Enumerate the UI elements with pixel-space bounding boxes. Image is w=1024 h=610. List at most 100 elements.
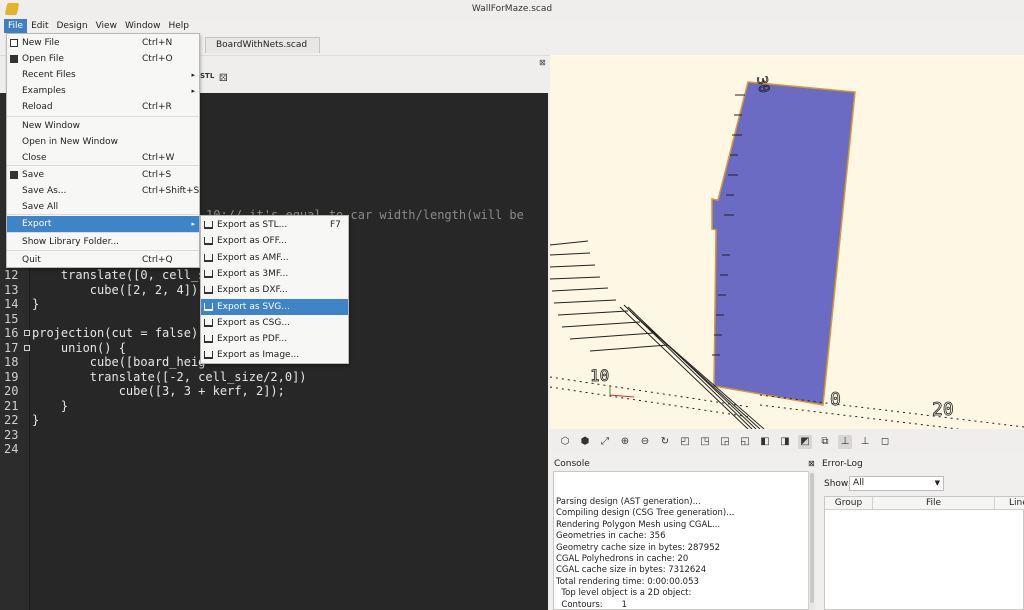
file-menu-item-show-library-folder[interactable]: Show Library Folder... bbox=[7, 234, 199, 250]
file-menu-item-save-as[interactable]: Save As... Ctrl+Shift+S bbox=[7, 183, 199, 199]
code-line: } bbox=[32, 398, 69, 413]
export-menu-item-export-as-off[interactable]: Export as OFF... bbox=[201, 233, 348, 249]
perspective-icon[interactable]: ◩ bbox=[798, 435, 812, 449]
export-format-icon bbox=[204, 221, 213, 229]
editor-close-icon[interactable]: ⊠ bbox=[539, 58, 546, 67]
export-menu-item-export-as-image[interactable]: Export as Image... bbox=[201, 347, 348, 363]
column-header-group[interactable]: Group bbox=[825, 497, 873, 510]
export-menu-item-export-as-csg[interactable]: Export as CSG... bbox=[201, 315, 348, 331]
menu-item-shortcut: Ctrl+O bbox=[142, 54, 173, 64]
3d-viewport[interactable]: 30 10 0 20 bbox=[550, 55, 1024, 429]
line-number: 22 bbox=[4, 413, 19, 427]
column-header-line[interactable]: Line bbox=[995, 497, 1024, 510]
open-folder-icon bbox=[10, 55, 18, 63]
export-menu-item-export-as-dxf[interactable]: Export as DXF... bbox=[201, 282, 348, 298]
menu-item-label: Reload bbox=[22, 102, 53, 112]
menu-file[interactable]: File bbox=[4, 19, 28, 33]
line-number: 23 bbox=[4, 427, 19, 442]
export-3mf-icon[interactable]: ⚄ bbox=[219, 73, 228, 84]
file-menu-item-export[interactable]: Export ▸ bbox=[7, 216, 199, 232]
view-all-icon[interactable]: ⤢ bbox=[598, 435, 612, 449]
export-menu-item-export-as-svg[interactable]: Export as SVG... bbox=[201, 298, 348, 315]
error-table: Group File Line bbox=[824, 496, 1024, 610]
file-menu-item-quit[interactable]: Quit Ctrl+Q bbox=[7, 252, 199, 268]
zoom-in-icon[interactable]: ⊕ bbox=[618, 435, 632, 449]
console-line: Total rendering time: 0:00:00.053 bbox=[556, 576, 699, 587]
code-line: } bbox=[32, 413, 40, 427]
export-format-icon bbox=[204, 335, 213, 344]
file-menu-item-save[interactable]: Save Ctrl+S bbox=[7, 167, 199, 183]
file-menu-dropdown: New File Ctrl+N Open File Ctrl+O Recent File… bbox=[6, 33, 200, 268]
menu-design[interactable]: Design bbox=[53, 19, 92, 33]
reset-view-icon[interactable]: ↻ bbox=[658, 435, 672, 449]
export-menu-item-export-as-pdf[interactable]: Export as PDF... bbox=[201, 331, 348, 347]
file-menu-item-new-window[interactable]: New Window bbox=[7, 118, 199, 134]
code-line: projection(cut = false) bbox=[32, 326, 199, 340]
menu-item-label: Open in New Window bbox=[22, 137, 118, 147]
axis-label-20: 20 bbox=[932, 399, 954, 420]
console-line: Contours: 1 bbox=[556, 599, 627, 610]
show-filter-label: Show bbox=[824, 479, 849, 489]
line-number: 17 bbox=[4, 340, 19, 355]
menu-item-label: Export as OFF... bbox=[217, 236, 287, 247]
code-line: union() { bbox=[32, 340, 126, 355]
export-format-icon bbox=[204, 351, 213, 360]
line-number: 20 bbox=[4, 384, 19, 398]
line-number: 16 bbox=[4, 326, 19, 340]
menu-item-label: Close bbox=[22, 153, 47, 163]
show-scale-markers-icon[interactable]: ⊥ bbox=[858, 435, 872, 449]
export-format-icon bbox=[204, 302, 213, 311]
export-format-icon bbox=[204, 286, 213, 295]
file-menu-item-open-in-new-window[interactable]: Open in New Window bbox=[7, 134, 199, 150]
export-format-icon bbox=[204, 318, 213, 327]
orthogonal-icon[interactable]: ⧉ bbox=[818, 435, 832, 449]
title-bar: WallForMaze.scad bbox=[0, 0, 1024, 19]
console-output[interactable]: Parsing design (AST generation)... Compil… bbox=[553, 471, 809, 610]
render-icon[interactable]: ⬢ bbox=[578, 435, 592, 449]
menu-window[interactable]: Window bbox=[121, 19, 165, 33]
file-menu-item-new-file[interactable]: New File Ctrl+N bbox=[7, 35, 199, 51]
code-line: } bbox=[32, 297, 40, 311]
view-back-icon[interactable]: ◨ bbox=[778, 435, 792, 449]
show-axes-icon[interactable]: ⊥ bbox=[838, 435, 852, 449]
show-edges-icon[interactable]: ◻ bbox=[878, 435, 892, 449]
console-scrollbar[interactable] bbox=[808, 471, 815, 610]
submenu-arrow-icon: ▸ bbox=[191, 220, 195, 228]
view-front-icon[interactable]: ◧ bbox=[758, 435, 772, 449]
file-menu-item-examples[interactable]: Examples ▸ bbox=[7, 83, 199, 99]
file-menu-item-reload[interactable]: Reload Ctrl+R bbox=[7, 99, 199, 115]
axis-label-10: 10 bbox=[590, 366, 609, 385]
file-menu-item-save-all[interactable]: Save All bbox=[7, 199, 199, 215]
file-menu-item-close[interactable]: Close Ctrl+W bbox=[7, 150, 199, 166]
menu-item-label: New File bbox=[22, 38, 60, 48]
zoom-out-icon[interactable]: ⊖ bbox=[638, 435, 652, 449]
tab-boardwithnets[interactable]: BoardWithNets.scad bbox=[205, 37, 320, 53]
preview-icon[interactable]: ⬡ bbox=[558, 435, 572, 449]
export-menu-item-export-as-stl[interactable]: Export as STL... F7 bbox=[201, 217, 348, 233]
console-title: Console bbox=[554, 459, 590, 469]
view-right-icon[interactable]: ◰ bbox=[678, 435, 692, 449]
export-menu-item-export-as-3mf[interactable]: Export as 3MF... bbox=[201, 266, 348, 282]
menu-help[interactable]: Help bbox=[164, 19, 193, 33]
menu-separator bbox=[7, 232, 199, 233]
file-menu-item-open-file[interactable]: Open File Ctrl+O bbox=[7, 51, 199, 67]
view-left-icon[interactable]: ◱ bbox=[738, 435, 752, 449]
menu-item-label: Export as STL... bbox=[217, 220, 288, 230]
view-bottom-icon[interactable]: ◲ bbox=[718, 435, 732, 449]
view-top-icon[interactable]: ◳ bbox=[698, 435, 712, 449]
error-log-close-icon[interactable]: ⊠ bbox=[808, 459, 815, 468]
column-header-file[interactable]: File bbox=[873, 497, 995, 510]
fold-toggle-icon[interactable] bbox=[24, 330, 30, 336]
line-number: 15 bbox=[4, 311, 19, 326]
menu-item-label: Export as 3MF... bbox=[217, 268, 289, 279]
show-filter-select[interactable]: All ▼ bbox=[849, 476, 944, 491]
fold-toggle-icon[interactable] bbox=[24, 344, 30, 351]
file-menu-item-recent-files[interactable]: Recent Files ▸ bbox=[7, 67, 199, 83]
menu-separator bbox=[7, 165, 199, 166]
menu-separator bbox=[7, 214, 199, 215]
menu-view[interactable]: View bbox=[92, 19, 121, 33]
menu-edit[interactable]: Edit bbox=[27, 19, 52, 33]
model-shape bbox=[711, 81, 856, 406]
export-menu-item-export-as-amf[interactable]: Export as AMF... bbox=[201, 250, 348, 266]
export-stl-button[interactable]: STL bbox=[200, 72, 214, 80]
